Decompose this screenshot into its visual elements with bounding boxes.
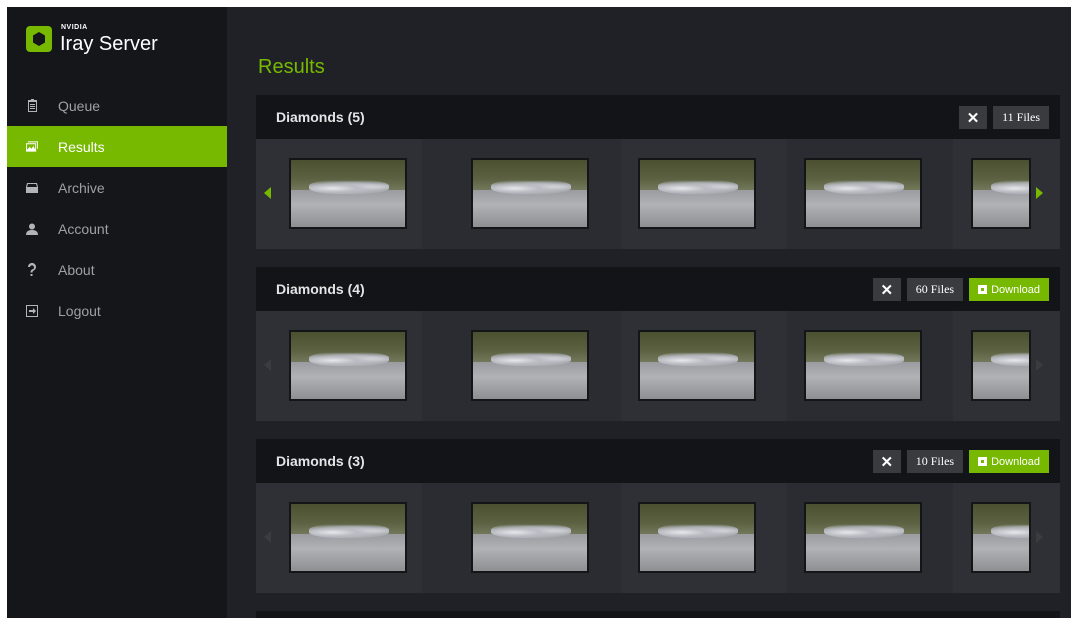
sidebar: NVIDIA Iray Server Queue Results Archive… bbox=[7, 7, 227, 618]
result-panel: Diamonds (4) ✕ 60 Files Download bbox=[256, 267, 1060, 421]
render-thumbnail[interactable] bbox=[638, 502, 756, 573]
render-thumbnail[interactable] bbox=[804, 502, 922, 573]
thumbnail-slot bbox=[621, 139, 787, 249]
render-thumbnail[interactable] bbox=[804, 158, 922, 229]
app-window: NVIDIA Iray Server Queue Results Archive… bbox=[7, 7, 1071, 618]
question-icon bbox=[26, 263, 38, 276]
sidebar-item-label: Queue bbox=[58, 97, 101, 114]
thumbnail-slot bbox=[787, 483, 953, 593]
panel-actions: ✕ 10 Files Download bbox=[872, 450, 1049, 473]
render-thumbnail[interactable] bbox=[289, 330, 407, 401]
render-thumbnail[interactable] bbox=[471, 502, 589, 573]
render-thumbnail[interactable] bbox=[971, 158, 1031, 229]
sidebar-item-label: Account bbox=[58, 220, 109, 237]
thumbnail-slot bbox=[621, 483, 787, 593]
main-content: Results Diamonds (5) ✕ 11 Files Diamonds… bbox=[228, 7, 1071, 618]
thumbnail-carousel bbox=[256, 139, 1060, 249]
thumbnail-slot bbox=[455, 311, 621, 421]
panel-header: Diamonds (4) ✕ 60 Files Download bbox=[256, 267, 1060, 311]
carousel-prev-arrow-icon[interactable] bbox=[264, 187, 271, 199]
clipboard-icon bbox=[26, 99, 38, 112]
delete-button[interactable]: ✕ bbox=[959, 106, 988, 129]
panel-title: Diamonds (5) bbox=[276, 109, 365, 125]
user-icon bbox=[26, 223, 38, 235]
panel-actions: ✕ 60 Files Download bbox=[872, 278, 1049, 301]
sidebar-item-label: Results bbox=[58, 138, 105, 155]
thumbnail-slot bbox=[621, 311, 787, 421]
result-panel: Diamonds (3) ✕ 10 Files Download bbox=[256, 439, 1060, 593]
logo: NVIDIA Iray Server bbox=[21, 20, 221, 60]
thumbnail-slot bbox=[953, 483, 1060, 593]
nvidia-logo-icon bbox=[26, 26, 52, 52]
files-button[interactable]: 11 Files bbox=[993, 106, 1049, 129]
sidebar-item-queue[interactable]: Queue bbox=[7, 85, 227, 126]
panel-title: Diamonds (4) bbox=[276, 281, 365, 297]
render-thumbnail[interactable] bbox=[971, 330, 1031, 401]
carousel-next-arrow-icon[interactable] bbox=[1036, 187, 1043, 199]
thumbnail-carousel bbox=[256, 311, 1060, 421]
thumbnail-slot bbox=[455, 139, 621, 249]
render-thumbnail[interactable] bbox=[471, 330, 589, 401]
sidebar-item-account[interactable]: Account bbox=[7, 208, 227, 249]
panel-header: Diamonds (5) ✕ 11 Files bbox=[256, 95, 1060, 139]
render-thumbnail[interactable] bbox=[289, 502, 407, 573]
sidebar-item-about[interactable]: About bbox=[7, 249, 227, 290]
download-button[interactable]: Download bbox=[969, 278, 1049, 301]
sidebar-item-label: About bbox=[58, 261, 95, 278]
thumbnail-slot bbox=[787, 311, 953, 421]
files-button[interactable]: 60 Files bbox=[906, 278, 964, 301]
thumbnail-slot bbox=[953, 139, 1060, 249]
download-icon bbox=[978, 285, 988, 294]
render-thumbnail[interactable] bbox=[638, 330, 756, 401]
sidebar-item-results[interactable]: Results bbox=[7, 126, 227, 167]
brand-name: Iray Server bbox=[60, 33, 158, 55]
render-thumbnail[interactable] bbox=[804, 330, 922, 401]
carousel-next-arrow-icon[interactable] bbox=[1036, 531, 1043, 543]
thumbnail-slot bbox=[787, 139, 953, 249]
files-button[interactable]: 10 Files bbox=[906, 450, 964, 473]
carousel-prev-arrow-icon[interactable] bbox=[264, 359, 271, 371]
panel-title: Diamonds (3) bbox=[276, 453, 365, 469]
panel-header: Diamonds (3) ✕ 10 Files Download bbox=[256, 439, 1060, 483]
thumbnail-slot bbox=[256, 139, 422, 249]
sidebar-item-logout[interactable]: Logout bbox=[7, 290, 227, 331]
carousel-prev-arrow-icon[interactable] bbox=[264, 531, 271, 543]
carousel-next-arrow-icon[interactable] bbox=[1036, 359, 1043, 371]
result-panel: Diamonds (5) ✕ 11 Files bbox=[256, 95, 1060, 249]
sidebar-nav: Queue Results Archive Account About Logo… bbox=[7, 85, 227, 331]
render-thumbnail[interactable] bbox=[471, 158, 589, 229]
panel-actions: ✕ 11 Files bbox=[959, 106, 1049, 129]
delete-button[interactable]: ✕ bbox=[872, 450, 901, 473]
images-icon bbox=[26, 141, 38, 152]
thumbnail-slot bbox=[256, 483, 422, 593]
download-label: Download bbox=[991, 455, 1040, 468]
download-icon bbox=[978, 457, 988, 466]
render-thumbnail[interactable] bbox=[638, 158, 756, 229]
page-title: Results bbox=[258, 56, 325, 78]
download-label: Download bbox=[991, 283, 1040, 296]
sidebar-item-label: Archive bbox=[58, 179, 105, 196]
download-button[interactable]: Download bbox=[969, 450, 1049, 473]
sidebar-item-label: Logout bbox=[58, 302, 101, 319]
results-list: Diamonds (5) ✕ 11 Files Diamonds (4) ✕ 6… bbox=[256, 95, 1060, 618]
result-panel-partial bbox=[256, 611, 1060, 618]
logout-icon bbox=[26, 304, 38, 317]
thumbnail-slot bbox=[455, 483, 621, 593]
delete-button[interactable]: ✕ bbox=[872, 278, 901, 301]
thumbnail-slot bbox=[256, 311, 422, 421]
thumbnail-slot bbox=[953, 311, 1060, 421]
render-thumbnail[interactable] bbox=[289, 158, 407, 229]
sidebar-item-archive[interactable]: Archive bbox=[7, 167, 227, 208]
brand-small: NVIDIA bbox=[61, 24, 88, 31]
archive-icon bbox=[26, 182, 38, 193]
render-thumbnail[interactable] bbox=[971, 502, 1031, 573]
thumbnail-carousel bbox=[256, 483, 1060, 593]
